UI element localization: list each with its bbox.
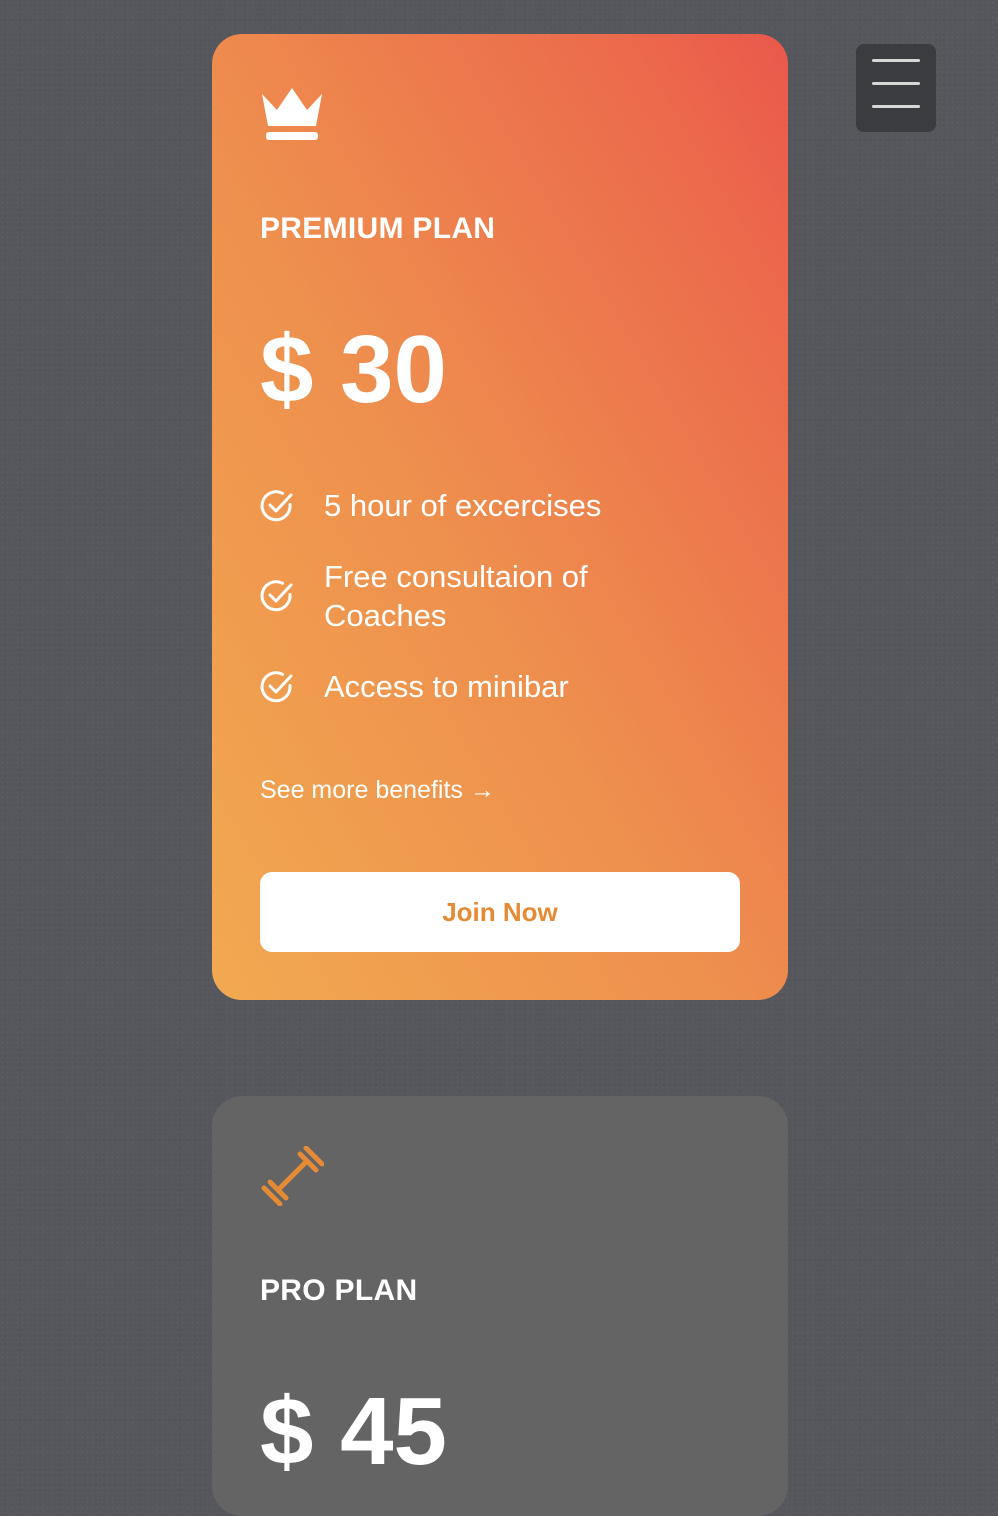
- plan-price: $ 30: [260, 316, 447, 423]
- crown-icon: [262, 88, 322, 140]
- feature-item: Access to minibar: [260, 667, 740, 706]
- plan-title: PREMIUM PLAN: [260, 212, 496, 245]
- menu-button[interactable]: [856, 44, 936, 132]
- feature-list: 5 hour of excercises Free consultaion of…: [260, 486, 740, 738]
- join-now-button[interactable]: Join Now: [260, 872, 740, 952]
- dumbbell-icon: [261, 1146, 324, 1206]
- feature-item: 5 hour of excercises: [260, 486, 740, 525]
- menu-line: [872, 105, 920, 108]
- check-circle-icon: [260, 670, 293, 702]
- menu-line: [872, 59, 920, 62]
- feature-item: Free consultaion of Coaches: [260, 557, 740, 635]
- feature-label: Access to minibar: [324, 669, 569, 704]
- plan-price: $ 45: [260, 1378, 447, 1485]
- see-more-benefits-link[interactable]: See more benefits →: [260, 776, 495, 805]
- check-circle-icon: [260, 580, 293, 612]
- feature-label: Free consultaion of Coaches: [324, 559, 588, 633]
- menu-line: [872, 82, 920, 85]
- premium-plan-card: PREMIUM PLAN $ 30 5 hour of excercises F…: [212, 34, 788, 1000]
- plan-title: PRO PLAN: [260, 1274, 418, 1307]
- check-circle-icon: [260, 489, 293, 521]
- pro-plan-card: PRO PLAN $ 45: [212, 1096, 788, 1516]
- feature-label: 5 hour of excercises: [324, 488, 602, 523]
